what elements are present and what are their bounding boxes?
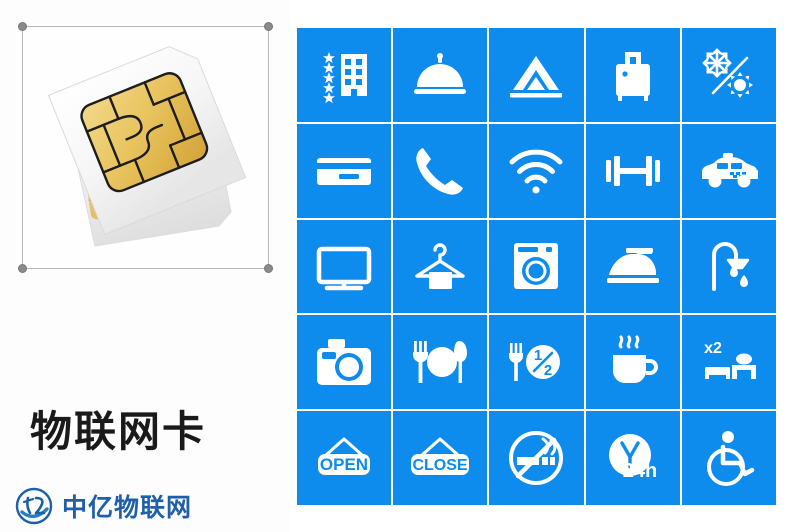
tile-credit-card[interactable] — [297, 123, 392, 218]
page-title: 物联网卡 — [30, 407, 207, 456]
tile-double-bed[interactable]: x2 — [681, 315, 776, 410]
brand-logo: 中亿物联网 — [14, 486, 192, 526]
hotel-stars-icon — [323, 51, 368, 104]
tile-television[interactable] — [297, 219, 392, 314]
tent-camping-icon — [510, 55, 563, 98]
clothes-hanger-icon — [415, 243, 465, 290]
24-hour-label: 24h — [622, 460, 656, 482]
tile-restaurant[interactable] — [393, 315, 488, 410]
shower-icon — [711, 242, 750, 292]
tile-tent-camping[interactable] — [489, 28, 584, 122]
close-sign-icon: CLOSE — [411, 437, 470, 476]
tile-iron[interactable] — [585, 219, 680, 314]
zhongyi-circular-logo-icon — [15, 487, 53, 525]
telephone-icon — [416, 147, 464, 195]
no-smoking-icon — [509, 431, 564, 486]
left-panel: 物联网卡 中亿物联网 — [0, 0, 290, 532]
tile-wifi[interactable] — [489, 123, 584, 218]
tile-open-sign[interactable]: OPEN — [297, 411, 392, 505]
room-service-bell-icon — [414, 52, 467, 94]
double-bed-icon: x2 — [704, 340, 756, 380]
close-sign-label: CLOSE — [413, 457, 468, 474]
tile-room-service-bell[interactable] — [393, 28, 488, 122]
selection-handle-top-left[interactable] — [18, 22, 27, 31]
tile-camera[interactable] — [297, 315, 392, 410]
luggage-suitcase-icon — [615, 51, 650, 101]
selection-handle-bottom-right[interactable] — [264, 264, 273, 273]
tile-dumbbell-gym[interactable] — [585, 123, 680, 218]
air-conditioning-icon — [702, 48, 753, 98]
taxi-icon — [701, 152, 758, 188]
selection-handle-bottom-left[interactable] — [18, 264, 27, 273]
half-board-icon: 1 2 — [509, 343, 561, 382]
tile-coffee-cup[interactable] — [585, 315, 680, 410]
tile-no-smoking[interactable] — [489, 411, 584, 505]
coffee-cup-icon — [612, 335, 658, 384]
dumbbell-gym-icon — [605, 155, 660, 186]
restaurant-icon — [413, 341, 468, 384]
amenity-icon-grid: 1 2 x2 OPEN CLOSE 24h — [297, 28, 776, 505]
24-hour-clock-icon: 24h — [608, 434, 657, 482]
half-board-numerator: 1 — [534, 347, 542, 364]
selection-handle-top-right[interactable] — [264, 22, 273, 31]
half-board-denominator: 2 — [544, 362, 552, 379]
camera-icon — [317, 339, 372, 386]
page-root: 物联网卡 中亿物联网 1 2 x2 OPEN CLOSE 24h — [0, 0, 800, 532]
tile-taxi[interactable] — [681, 123, 776, 218]
selection-frame[interactable] — [18, 22, 273, 273]
tile-luggage[interactable] — [585, 28, 680, 122]
television-icon — [316, 247, 372, 291]
credit-card-icon — [317, 157, 372, 185]
iron-icon — [606, 248, 659, 284]
tile-hotel-stars[interactable] — [297, 28, 392, 122]
tile-air-conditioning[interactable] — [681, 28, 776, 122]
tile-close-sign[interactable]: CLOSE — [393, 411, 488, 505]
washing-machine-icon — [514, 243, 559, 290]
brand-name: 中亿物联网 — [62, 493, 193, 522]
tile-24-hour[interactable]: 24h — [585, 411, 680, 505]
wifi-icon — [509, 149, 563, 194]
tile-clothes-hanger[interactable] — [393, 219, 488, 314]
open-sign-icon: OPEN — [318, 437, 371, 476]
tile-telephone[interactable] — [393, 123, 488, 218]
open-sign-label: OPEN — [320, 455, 368, 474]
tile-half-board[interactable]: 1 2 — [489, 315, 584, 410]
double-bed-count: x2 — [704, 340, 722, 357]
tile-washing-machine[interactable] — [489, 219, 584, 314]
sim-card-pair-illustration — [47, 46, 247, 247]
wheelchair-access-icon — [706, 431, 755, 487]
tile-shower[interactable] — [681, 219, 776, 314]
tile-wheelchair-access[interactable] — [681, 411, 776, 505]
